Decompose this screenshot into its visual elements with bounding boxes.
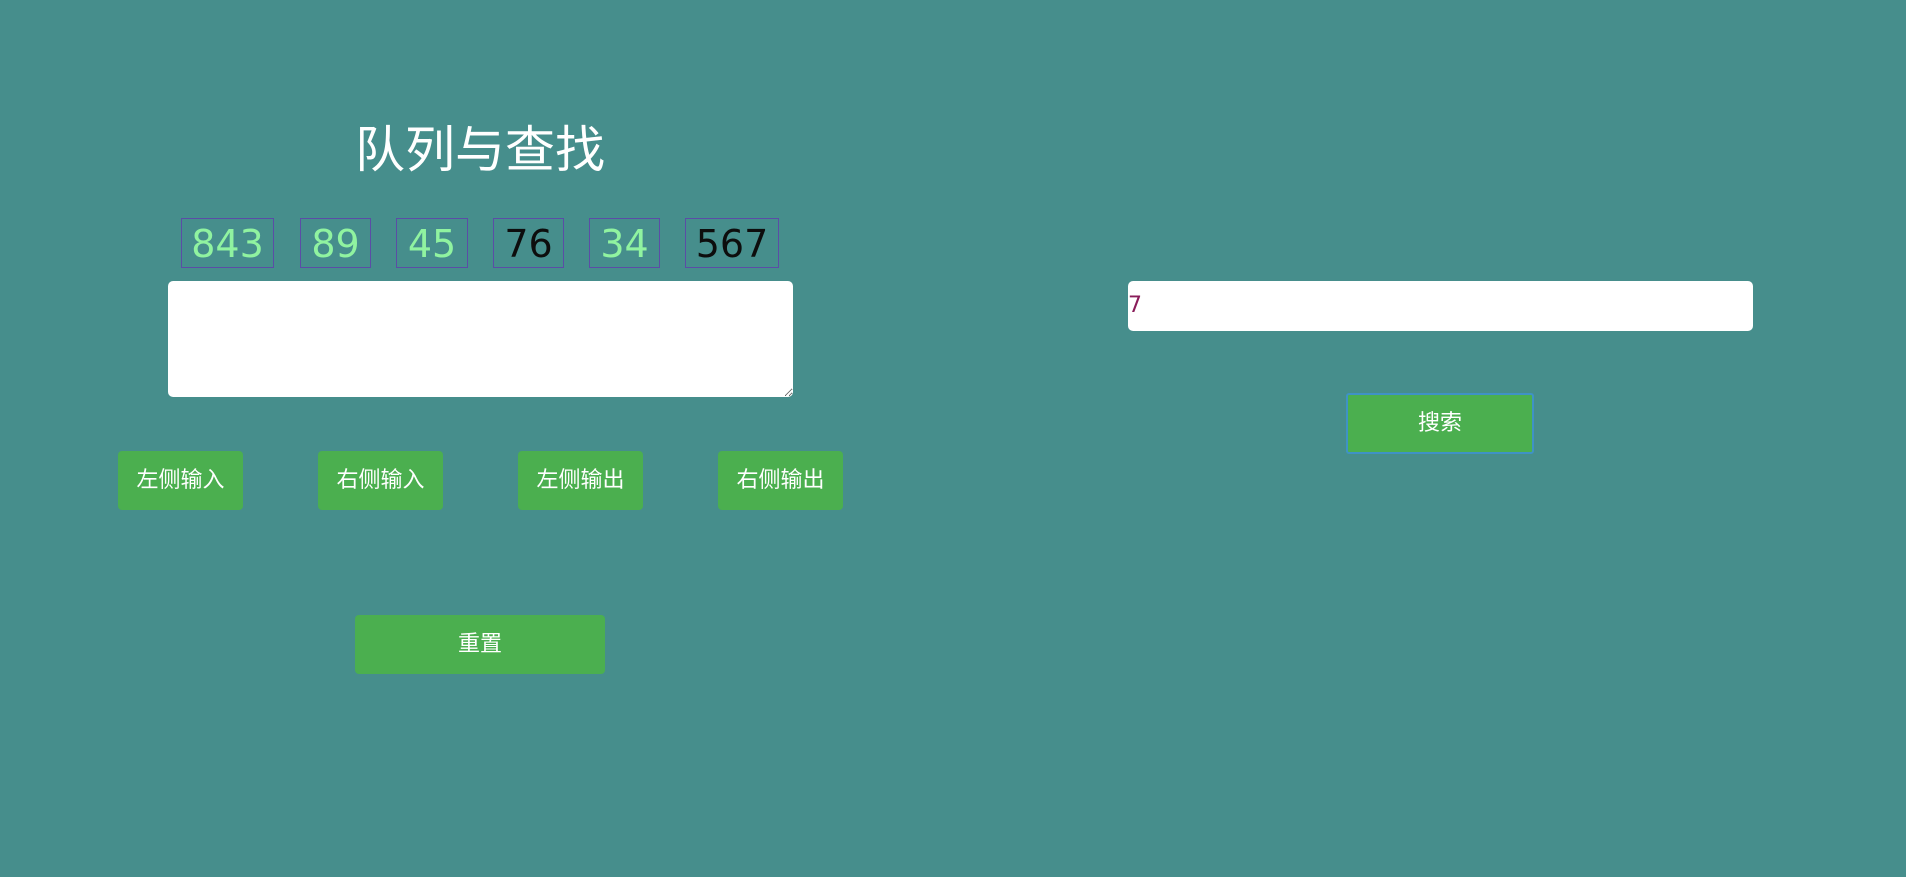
queue-item: 76 [493,218,564,268]
queue-item: 34 [589,218,660,268]
search-button[interactable]: 搜索 [1346,393,1534,454]
queue-item: 45 [396,218,468,268]
queue-item: 843 [181,218,274,268]
queue-item: 89 [300,218,371,268]
right-in-button[interactable]: 右侧输入 [318,451,443,510]
right-out-button[interactable]: 右侧输出 [718,451,843,510]
reset-button[interactable]: 重置 [355,615,605,674]
left-out-button[interactable]: 左侧输出 [518,451,643,510]
page-title: 队列与查找 [355,121,605,179]
number-input-textarea[interactable] [168,281,793,397]
search-input[interactable] [1128,281,1753,331]
left-in-button[interactable]: 左侧输入 [118,451,243,510]
queue-item: 567 [685,218,779,268]
